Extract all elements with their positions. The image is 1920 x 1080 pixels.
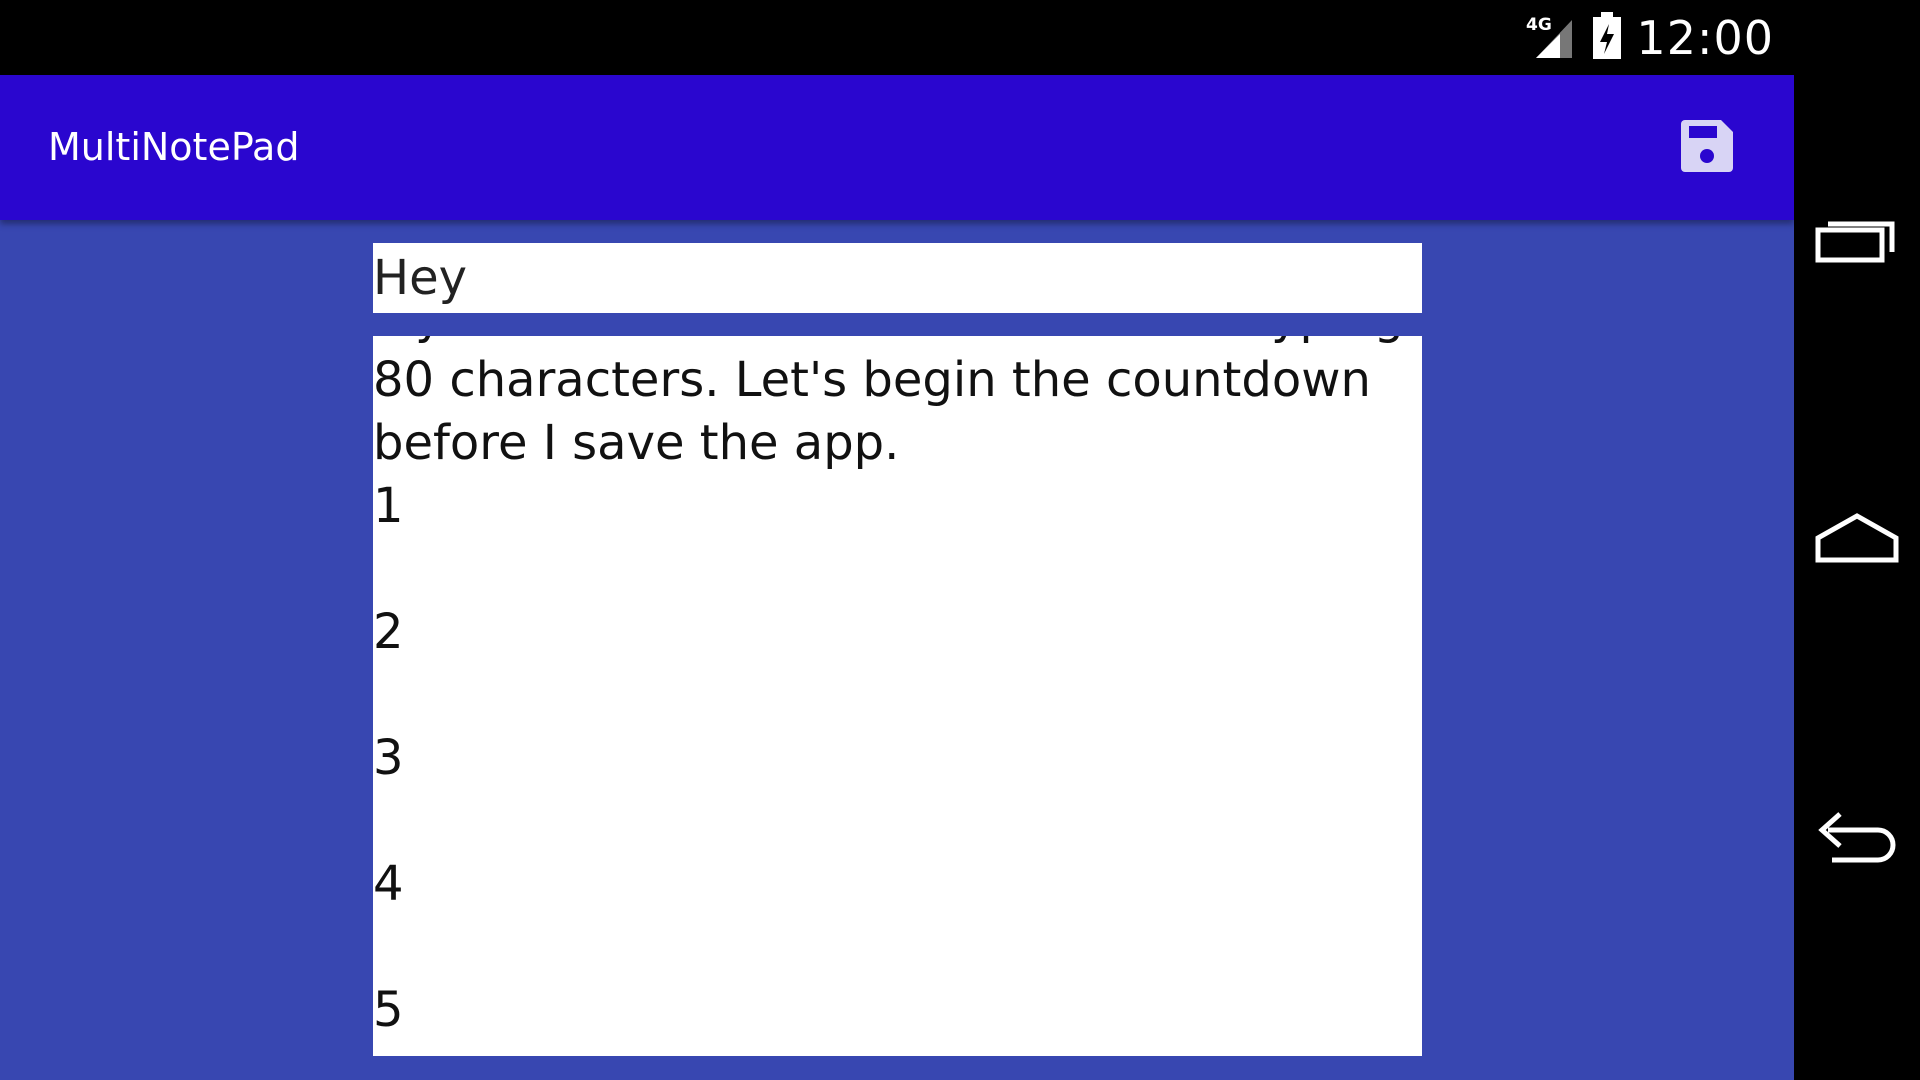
network-type-label: 4G [1526,15,1552,35]
back-icon [1812,808,1902,868]
note-body-text: Try to scroll the text after I am done t… [373,336,1404,1038]
clock: 12:00 [1636,10,1774,65]
back-button[interactable] [1794,778,1920,898]
app-bar: MultiNotePad [0,75,1794,220]
app-title: MultiNotePad [48,125,300,169]
recent-apps-button[interactable] [1794,180,1920,300]
save-icon [1679,118,1735,178]
android-screen: 4G 12:00 MultiNotePad Hey 80 characters.… [0,0,1920,1080]
signal-icon: 4G [1526,12,1578,64]
home-button[interactable] [1794,480,1920,600]
battery-charging-icon [1592,11,1622,64]
navigation-bar [1794,0,1920,1080]
note-body-field[interactable]: Try to scroll the text after I am done t… [373,336,1422,1056]
save-button[interactable] [1672,113,1742,183]
status-icons: 4G 12:00 [1526,0,1774,75]
home-icon [1814,512,1900,568]
note-title-field[interactable]: Hey [373,243,1422,313]
status-bar: 4G 12:00 [0,0,1794,75]
note-editor: Hey Try to scroll the text after I am do… [0,220,1794,1080]
recent-apps-icon [1814,212,1900,268]
